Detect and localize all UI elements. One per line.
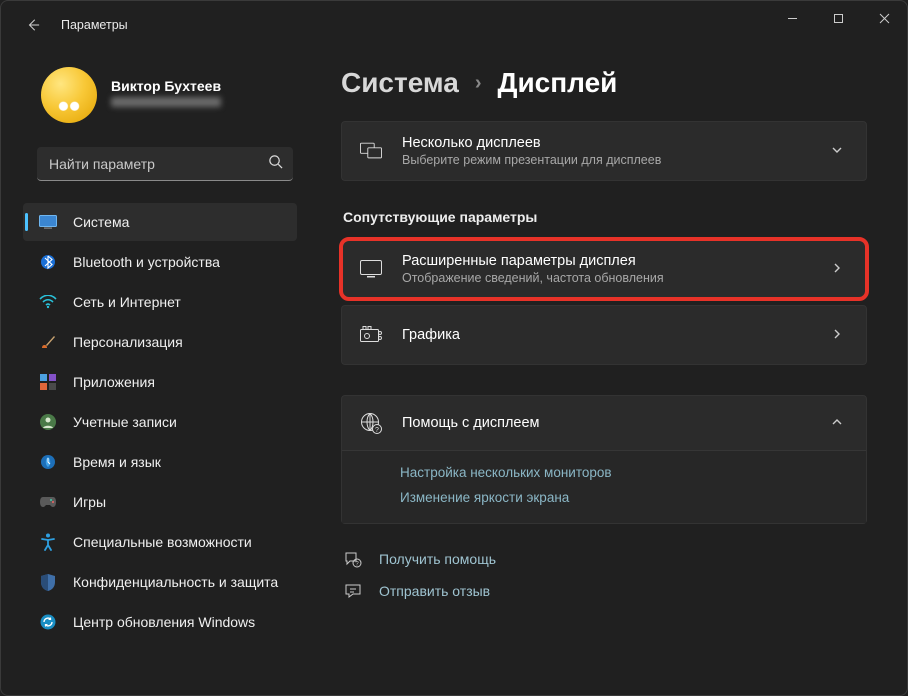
card-advanced-display[interactable]: Расширенные параметры дисплея Отображени… xyxy=(341,239,867,299)
sidebar-item-label: Приложения xyxy=(73,374,155,390)
sidebar-item-apps[interactable]: Приложения xyxy=(23,363,297,401)
help-link-brightness[interactable]: Изменение яркости экрана xyxy=(400,490,848,505)
footer-links: ? Получить помощь Отправить отзыв xyxy=(341,550,867,600)
close-button[interactable] xyxy=(861,1,907,35)
chevron-down-icon xyxy=(826,143,848,159)
sidebar-item-label: Центр обновления Windows xyxy=(73,614,255,630)
card-graphics[interactable]: Графика xyxy=(341,305,867,365)
breadcrumb: Система › Дисплей xyxy=(341,67,867,99)
sidebar-item-accessibility[interactable]: Специальные возможности xyxy=(23,523,297,561)
minimize-button[interactable] xyxy=(769,1,815,35)
feedback-icon xyxy=(343,582,363,600)
display-icon xyxy=(360,258,382,280)
link-label: Отправить отзыв xyxy=(379,583,490,599)
sidebar-nav: Система Bluetooth и устройства Сеть и Ин… xyxy=(23,203,297,641)
sidebar-item-update[interactable]: Центр обновления Windows xyxy=(23,603,297,641)
sidebar-item-bluetooth[interactable]: Bluetooth и устройства xyxy=(23,243,297,281)
help-body: Настройка нескольких мониторов Изменение… xyxy=(342,450,866,523)
link-get-help[interactable]: ? Получить помощь xyxy=(343,550,867,568)
sidebar-item-label: Время и язык xyxy=(73,454,161,470)
card-subtitle: Отображение сведений, частота обновления xyxy=(402,271,806,285)
sidebar: Виктор Бухтеев Система Bluetooth и устро… xyxy=(1,49,311,695)
card-title: Расширенные параметры дисплея xyxy=(402,253,806,269)
window-controls xyxy=(769,1,907,41)
link-feedback[interactable]: Отправить отзыв xyxy=(343,582,867,600)
sidebar-item-label: Персонализация xyxy=(73,334,183,350)
graphics-icon xyxy=(360,324,382,346)
shield-icon xyxy=(39,573,57,591)
breadcrumb-separator: › xyxy=(475,72,482,95)
update-icon xyxy=(39,613,57,631)
sidebar-item-gaming[interactable]: Игры xyxy=(23,483,297,521)
accessibility-icon xyxy=(39,533,57,551)
brush-icon xyxy=(39,333,57,351)
apps-icon xyxy=(39,373,57,391)
sidebar-item-accounts[interactable]: Учетные записи xyxy=(23,403,297,441)
sidebar-item-network[interactable]: Сеть и Интернет xyxy=(23,283,297,321)
card-title: Несколько дисплеев xyxy=(402,135,806,151)
card-help-display: ? Помощь с дисплеем Настройка нескольких… xyxy=(341,395,867,524)
wifi-icon xyxy=(39,293,57,311)
sidebar-item-label: Специальные возможности xyxy=(73,534,252,550)
sidebar-item-label: Сеть и Интернет xyxy=(73,294,181,310)
search-icon xyxy=(268,154,283,173)
back-button[interactable] xyxy=(13,5,53,45)
breadcrumb-current: Дисплей xyxy=(498,67,618,99)
avatar xyxy=(41,67,97,123)
sidebar-item-label: Игры xyxy=(73,494,106,510)
link-label: Получить помощь xyxy=(379,551,496,567)
search-input[interactable] xyxy=(49,156,268,172)
card-subtitle: Выберите режим презентации для дисплеев xyxy=(402,153,806,167)
chevron-up-icon xyxy=(826,415,848,431)
main-content: Система › Дисплей Несколько дисплеев Выб… xyxy=(311,49,907,695)
svg-text:?: ? xyxy=(375,427,379,434)
profile-email-blurred xyxy=(111,97,221,107)
sidebar-item-label: Конфиденциальность и защита xyxy=(73,574,278,590)
profile-block[interactable]: Виктор Бухтеев xyxy=(23,59,297,143)
sidebar-item-label: Учетные записи xyxy=(73,414,177,430)
sidebar-item-privacy[interactable]: Конфиденциальность и защита xyxy=(23,563,297,601)
help-link-multi-monitor[interactable]: Настройка нескольких мониторов xyxy=(400,465,848,480)
section-related-settings: Сопутствующие параметры xyxy=(343,209,867,225)
gaming-icon xyxy=(39,493,57,511)
sidebar-item-label: Bluetooth и устройства xyxy=(73,254,220,270)
window-title: Параметры xyxy=(61,18,128,32)
titlebar: Параметры xyxy=(1,1,907,49)
bluetooth-icon xyxy=(39,253,57,271)
help-header[interactable]: ? Помощь с дисплеем xyxy=(342,396,866,450)
help-icon: ? xyxy=(343,550,363,568)
globe-help-icon: ? xyxy=(360,412,382,434)
clock-icon xyxy=(39,453,57,471)
help-title: Помощь с дисплеем xyxy=(402,415,806,431)
search-box[interactable] xyxy=(37,147,293,181)
sidebar-item-personalization[interactable]: Персонализация xyxy=(23,323,297,361)
maximize-button[interactable] xyxy=(815,1,861,35)
sidebar-item-label: Система xyxy=(73,214,129,230)
sidebar-item-system[interactable]: Система xyxy=(23,203,297,241)
accounts-icon xyxy=(39,413,57,431)
chevron-right-icon xyxy=(826,327,848,343)
sidebar-item-time[interactable]: Время и язык xyxy=(23,443,297,481)
card-multiple-displays[interactable]: Несколько дисплеев Выберите режим презен… xyxy=(341,121,867,181)
profile-name: Виктор Бухтеев xyxy=(111,78,221,94)
system-icon xyxy=(39,213,57,231)
card-title: Графика xyxy=(402,327,806,343)
chevron-right-icon xyxy=(826,261,848,277)
breadcrumb-parent[interactable]: Система xyxy=(341,67,459,99)
multiple-displays-icon xyxy=(360,140,382,162)
